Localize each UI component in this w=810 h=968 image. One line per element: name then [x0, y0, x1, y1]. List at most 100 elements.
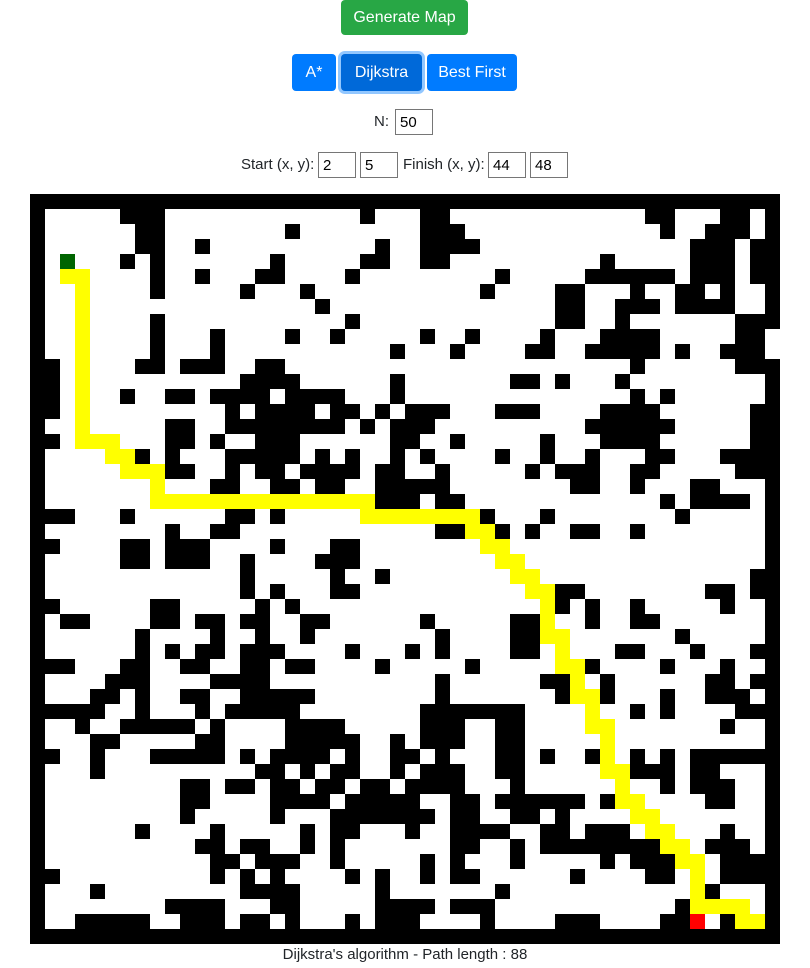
wall-cell[interactable] — [225, 929, 240, 944]
wall-cell[interactable] — [30, 374, 45, 389]
wall-cell[interactable] — [330, 734, 345, 749]
wall-cell[interactable] — [555, 374, 570, 389]
wall-cell[interactable] — [450, 194, 465, 209]
wall-cell[interactable] — [30, 434, 45, 449]
wall-cell[interactable] — [645, 329, 660, 344]
wall-cell[interactable] — [630, 704, 645, 719]
wall-cell[interactable] — [315, 734, 330, 749]
wall-cell[interactable] — [630, 194, 645, 209]
wall-cell[interactable] — [495, 824, 510, 839]
wall-cell[interactable] — [240, 284, 255, 299]
wall-cell[interactable] — [315, 419, 330, 434]
wall-cell[interactable] — [765, 254, 780, 269]
wall-cell[interactable] — [765, 419, 780, 434]
path-cell[interactable] — [135, 464, 150, 479]
wall-cell[interactable] — [600, 854, 615, 869]
wall-cell[interactable] — [180, 359, 195, 374]
wall-cell[interactable] — [375, 464, 390, 479]
wall-cell[interactable] — [705, 749, 720, 764]
wall-cell[interactable] — [720, 854, 735, 869]
wall-cell[interactable] — [660, 914, 675, 929]
wall-cell[interactable] — [345, 644, 360, 659]
wall-cell[interactable] — [420, 854, 435, 869]
finish-cell[interactable] — [690, 914, 705, 929]
wall-cell[interactable] — [660, 209, 675, 224]
wall-cell[interactable] — [705, 494, 720, 509]
wall-cell[interactable] — [210, 329, 225, 344]
path-cell[interactable] — [180, 494, 195, 509]
wall-cell[interactable] — [360, 419, 375, 434]
wall-cell[interactable] — [330, 809, 345, 824]
wall-cell[interactable] — [765, 524, 780, 539]
wall-cell[interactable] — [60, 704, 75, 719]
wall-cell[interactable] — [750, 269, 765, 284]
wall-cell[interactable] — [300, 284, 315, 299]
wall-cell[interactable] — [330, 419, 345, 434]
wall-cell[interactable] — [645, 419, 660, 434]
wall-cell[interactable] — [420, 224, 435, 239]
wall-cell[interactable] — [675, 929, 690, 944]
wall-cell[interactable] — [600, 419, 615, 434]
wall-cell[interactable] — [285, 404, 300, 419]
wall-cell[interactable] — [450, 719, 465, 734]
wall-cell[interactable] — [255, 389, 270, 404]
start-x-input[interactable] — [318, 152, 356, 178]
wall-cell[interactable] — [570, 479, 585, 494]
path-cell[interactable] — [315, 494, 330, 509]
path-cell[interactable] — [600, 764, 615, 779]
wall-cell[interactable] — [585, 524, 600, 539]
wall-cell[interactable] — [435, 704, 450, 719]
wall-cell[interactable] — [255, 614, 270, 629]
wall-cell[interactable] — [270, 884, 285, 899]
wall-cell[interactable] — [525, 404, 540, 419]
wall-cell[interactable] — [450, 344, 465, 359]
wall-cell[interactable] — [135, 704, 150, 719]
wall-cell[interactable] — [675, 899, 690, 914]
wall-cell[interactable] — [465, 194, 480, 209]
path-cell[interactable] — [555, 644, 570, 659]
wall-cell[interactable] — [345, 539, 360, 554]
wall-cell[interactable] — [570, 914, 585, 929]
wall-cell[interactable] — [30, 779, 45, 794]
wall-cell[interactable] — [180, 749, 195, 764]
wall-cell[interactable] — [525, 644, 540, 659]
wall-cell[interactable] — [540, 329, 555, 344]
wall-cell[interactable] — [465, 704, 480, 719]
path-cell[interactable] — [540, 584, 555, 599]
wall-cell[interactable] — [675, 194, 690, 209]
wall-cell[interactable] — [45, 434, 60, 449]
path-cell[interactable] — [420, 509, 435, 524]
wall-cell[interactable] — [270, 704, 285, 719]
wall-cell[interactable] — [630, 599, 645, 614]
wall-cell[interactable] — [330, 464, 345, 479]
wall-cell[interactable] — [450, 794, 465, 809]
wall-cell[interactable] — [405, 404, 420, 419]
wall-cell[interactable] — [720, 584, 735, 599]
wall-cell[interactable] — [30, 584, 45, 599]
wall-cell[interactable] — [540, 194, 555, 209]
wall-cell[interactable] — [435, 524, 450, 539]
wall-cell[interactable] — [360, 194, 375, 209]
wall-cell[interactable] — [450, 929, 465, 944]
wall-cell[interactable] — [300, 689, 315, 704]
wall-cell[interactable] — [285, 194, 300, 209]
wall-cell[interactable] — [465, 824, 480, 839]
wall-cell[interactable] — [765, 839, 780, 854]
wall-cell[interactable] — [375, 884, 390, 899]
wall-cell[interactable] — [255, 359, 270, 374]
wall-cell[interactable] — [585, 419, 600, 434]
wall-cell[interactable] — [150, 194, 165, 209]
wall-cell[interactable] — [705, 839, 720, 854]
wall-cell[interactable] — [30, 344, 45, 359]
wall-cell[interactable] — [645, 449, 660, 464]
wall-cell[interactable] — [570, 299, 585, 314]
wall-cell[interactable] — [90, 194, 105, 209]
wall-cell[interactable] — [240, 884, 255, 899]
wall-cell[interactable] — [675, 509, 690, 524]
wall-cell[interactable] — [30, 194, 45, 209]
wall-cell[interactable] — [690, 254, 705, 269]
wall-cell[interactable] — [480, 704, 495, 719]
wall-cell[interactable] — [90, 929, 105, 944]
wall-cell[interactable] — [270, 899, 285, 914]
wall-cell[interactable] — [75, 914, 90, 929]
